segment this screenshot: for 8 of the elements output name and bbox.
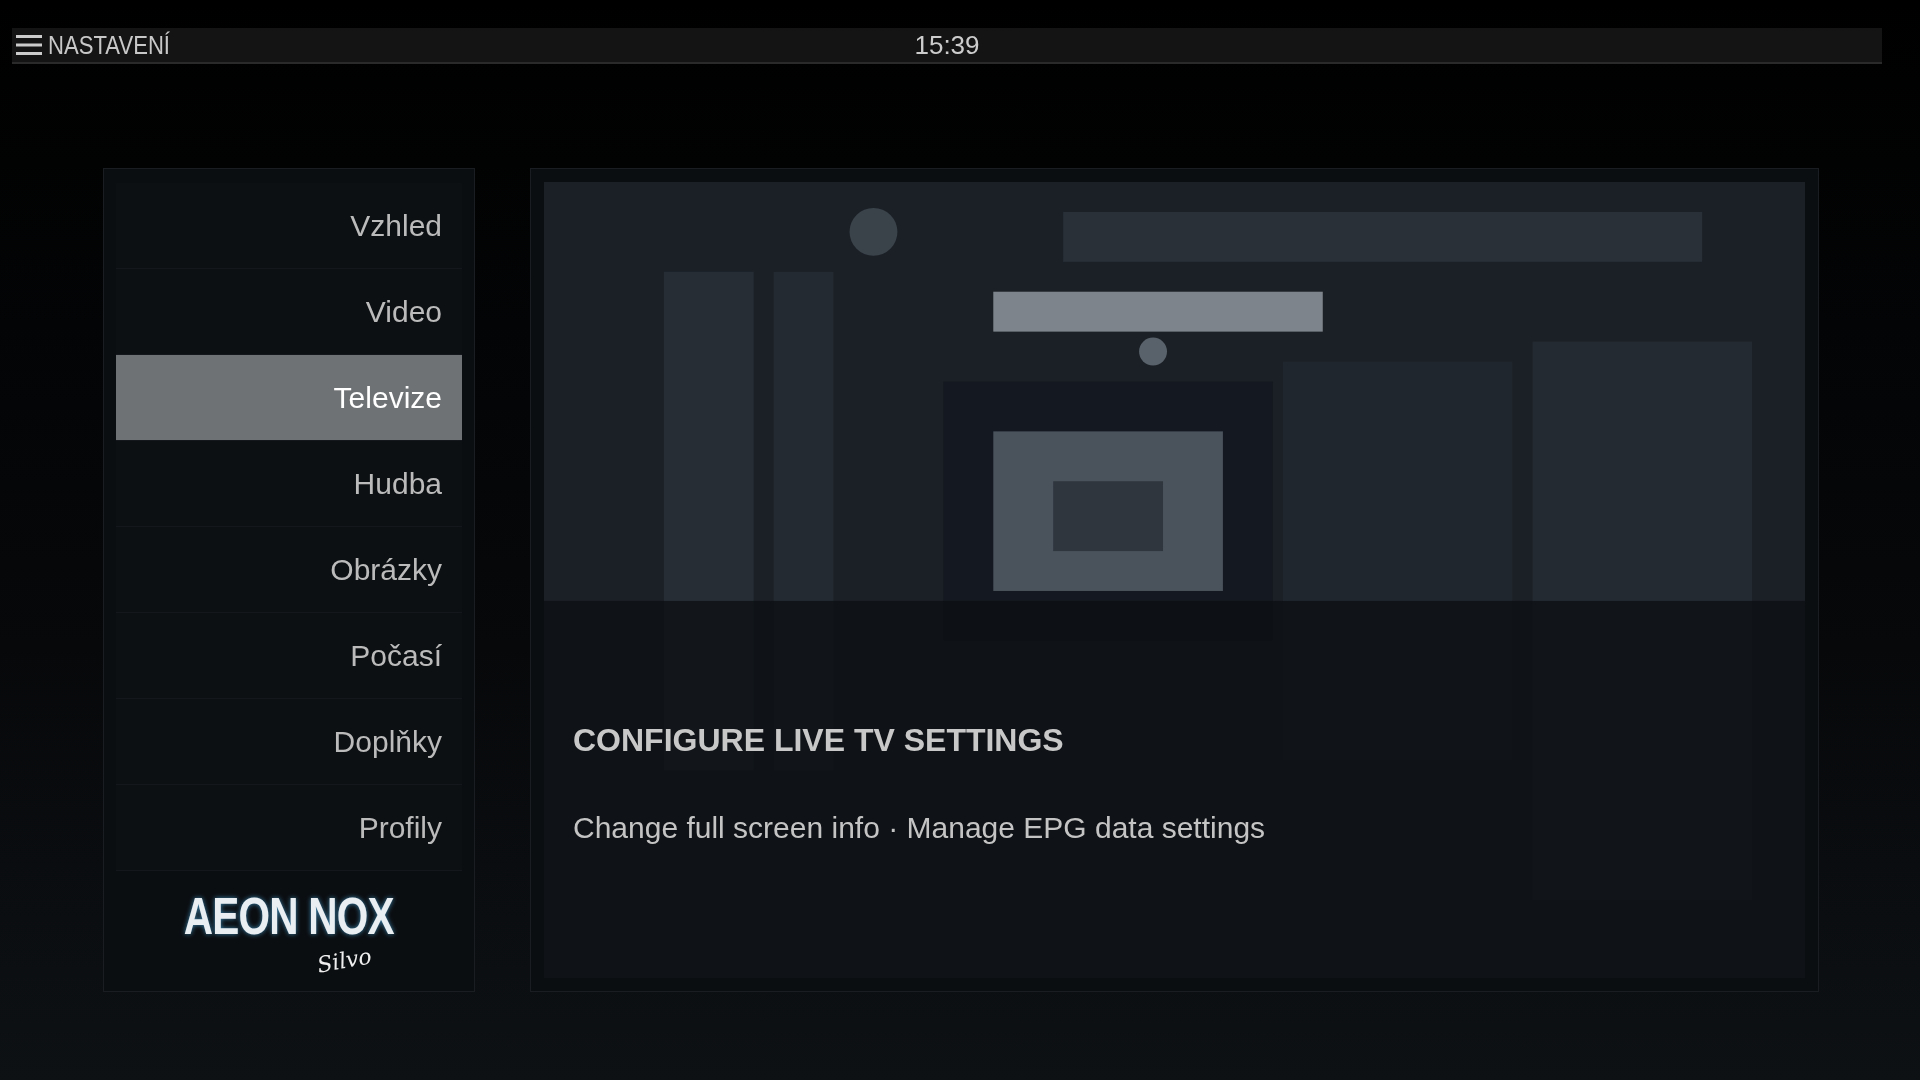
menu-icon[interactable] xyxy=(16,33,42,57)
section-description: Change full screen info · Manage EPG data settings xyxy=(573,811,1266,845)
section-heading: CONFIGURE LIVE TV SETTINGS xyxy=(573,722,1064,759)
page-title: NASTAVENÍ xyxy=(48,29,170,61)
logo-subtitle: Silvo xyxy=(315,945,373,977)
clock: 15:39 xyxy=(914,29,980,61)
logo-title: AEON NOX xyxy=(183,890,395,942)
menu-item[interactable]: Televize xyxy=(116,355,462,441)
